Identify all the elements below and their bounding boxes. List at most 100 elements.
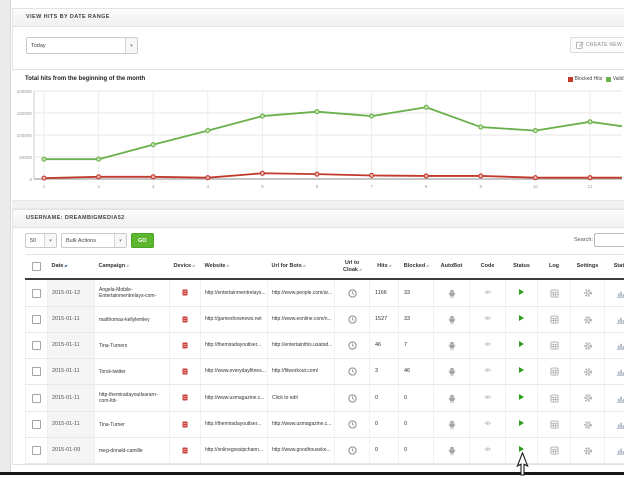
autobot-android-icon[interactable] xyxy=(447,448,457,454)
status-play-icon[interactable] xyxy=(519,289,524,295)
stats-chart-icon[interactable] xyxy=(616,448,624,454)
col-header-date[interactable]: Date▴▾ xyxy=(48,255,95,280)
cell-website[interactable]: http://gameshownews.net xyxy=(201,307,268,333)
col-header-blocked[interactable]: Blocked▴▾ xyxy=(399,255,434,280)
cell-website[interactable]: http://www.everydayfitnes... xyxy=(201,359,268,385)
stats-chart-icon[interactable] xyxy=(616,317,624,323)
cell-website[interactable]: http://entertainmentrelays... xyxy=(201,279,268,307)
stats-chart-icon[interactable] xyxy=(616,422,624,428)
status-play-icon[interactable] xyxy=(519,420,524,426)
cell-website[interactable]: http://onlinegossipchann... xyxy=(201,438,268,464)
device-icon[interactable] xyxy=(182,448,188,454)
sort-icon[interactable]: ▴▾ xyxy=(303,263,305,268)
cell-stats xyxy=(605,438,624,464)
search-input[interactable] xyxy=(594,233,624,247)
stats-chart-icon[interactable] xyxy=(616,395,624,401)
cell-website[interactable]: http://themiradayoutlser... xyxy=(201,333,268,359)
code-icon[interactable]: </> xyxy=(485,342,491,348)
col-header-url-for-bots[interactable]: Url for Bots▴▾ xyxy=(268,255,335,280)
cell-url-for-bots[interactable]: http://www.eonline.com/n... xyxy=(268,307,335,333)
sort-icon[interactable]: ▴▾ xyxy=(426,263,428,268)
page-size-select[interactable]: 50 ▾ xyxy=(25,233,57,248)
log-icon[interactable] xyxy=(550,369,559,375)
sort-icon[interactable]: ▴▾ xyxy=(64,263,66,268)
cell-website[interactable]: http://www.usmagazine.c... xyxy=(201,385,268,412)
cell-url-for-bots[interactable]: http://www.usmagazine.c... xyxy=(268,412,335,438)
log-icon[interactable] xyxy=(550,448,559,454)
code-icon[interactable]: </> xyxy=(485,421,491,427)
col-header-campaign[interactable]: Campaign▴▾ xyxy=(95,255,170,280)
sort-icon[interactable]: ▴▾ xyxy=(227,263,229,268)
cloak-clock-icon[interactable] xyxy=(348,422,357,428)
cloak-clock-icon[interactable] xyxy=(348,290,357,296)
device-icon[interactable] xyxy=(182,369,188,375)
device-icon[interactable] xyxy=(182,290,188,296)
device-icon[interactable] xyxy=(182,395,188,401)
code-icon[interactable]: </> xyxy=(485,447,491,453)
autobot-android-icon[interactable] xyxy=(447,343,457,349)
bulk-actions-select[interactable]: Bulk Actions ▾ xyxy=(61,233,127,248)
settings-gear-icon[interactable] xyxy=(583,290,593,296)
status-play-icon[interactable] xyxy=(519,367,524,373)
cloak-clock-icon[interactable] xyxy=(348,369,357,375)
cloak-clock-icon[interactable] xyxy=(348,343,357,349)
cell-url-for-bots[interactable]: Click to edit xyxy=(268,385,335,412)
stats-chart-icon[interactable] xyxy=(616,290,624,296)
cell-url-for-bots[interactable]: http://entertainthis.usatod... xyxy=(268,333,335,359)
cloak-clock-icon[interactable] xyxy=(348,317,357,323)
settings-gear-icon[interactable] xyxy=(583,369,593,375)
log-icon[interactable] xyxy=(550,343,559,349)
sort-icon[interactable]: ▴▾ xyxy=(192,263,194,268)
col-header-url-to-cloak[interactable]: Url to Cloak▴▾ xyxy=(335,255,370,280)
row-checkbox[interactable] xyxy=(32,367,41,376)
cloak-clock-icon[interactable] xyxy=(348,448,357,454)
row-checkbox[interactable] xyxy=(32,446,41,455)
status-play-icon[interactable] xyxy=(519,394,524,400)
col-header-website[interactable]: Website▴▾ xyxy=(201,255,268,280)
sort-icon[interactable]: ▴▾ xyxy=(359,267,361,272)
log-icon[interactable] xyxy=(550,395,559,401)
select-all-checkbox[interactable] xyxy=(32,262,41,271)
settings-gear-icon[interactable] xyxy=(583,317,593,323)
settings-gear-icon[interactable] xyxy=(583,448,593,454)
code-icon[interactable]: </> xyxy=(485,316,491,322)
cell-website[interactable]: http://themiradayoutlser... xyxy=(201,412,268,438)
autobot-android-icon[interactable] xyxy=(447,422,457,428)
stats-chart-icon[interactable] xyxy=(616,369,624,375)
row-checkbox[interactable] xyxy=(32,394,41,403)
status-play-icon[interactable] xyxy=(519,341,524,347)
create-new-campaign-button[interactable]: CREATE NEW CAMPAIGN xyxy=(570,37,624,53)
status-play-icon[interactable] xyxy=(519,315,524,321)
autobot-android-icon[interactable] xyxy=(447,369,457,375)
cell-url-for-bots[interactable]: http://fitworkout.com/ xyxy=(268,359,335,385)
row-checkbox[interactable] xyxy=(32,341,41,350)
code-icon[interactable]: </> xyxy=(485,290,491,296)
autobot-android-icon[interactable] xyxy=(447,317,457,323)
stats-chart-icon[interactable] xyxy=(616,343,624,349)
log-icon[interactable] xyxy=(550,422,559,428)
settings-gear-icon[interactable] xyxy=(583,343,593,349)
device-icon[interactable] xyxy=(182,317,188,323)
sort-icon[interactable]: ▴▾ xyxy=(126,263,128,268)
date-range-select[interactable]: Today ▾ xyxy=(26,37,138,54)
row-checkbox[interactable] xyxy=(32,315,41,324)
autobot-android-icon[interactable] xyxy=(447,290,457,296)
settings-gear-icon[interactable] xyxy=(583,395,593,401)
col-header-device[interactable]: Device▴▾ xyxy=(170,255,201,280)
code-icon[interactable]: </> xyxy=(485,395,491,401)
go-button[interactable]: GO xyxy=(131,233,154,248)
autobot-android-icon[interactable] xyxy=(447,395,457,401)
device-icon[interactable] xyxy=(182,422,188,428)
cloak-clock-icon[interactable] xyxy=(348,395,357,401)
row-checkbox[interactable] xyxy=(32,289,41,298)
row-checkbox[interactable] xyxy=(32,420,41,429)
cell-url-for-bots[interactable]: http://www.people.com/ar... xyxy=(268,279,335,307)
col-header-hits[interactable]: Hits▴▾ xyxy=(370,255,399,280)
cell-url-for-bots[interactable]: http://www.goodhouseke... xyxy=(268,438,335,464)
log-icon[interactable] xyxy=(550,290,559,296)
device-icon[interactable] xyxy=(182,343,188,349)
log-icon[interactable] xyxy=(550,317,559,323)
sort-icon[interactable]: ▴▾ xyxy=(389,263,391,268)
code-icon[interactable]: </> xyxy=(485,368,491,374)
settings-gear-icon[interactable] xyxy=(583,422,593,428)
